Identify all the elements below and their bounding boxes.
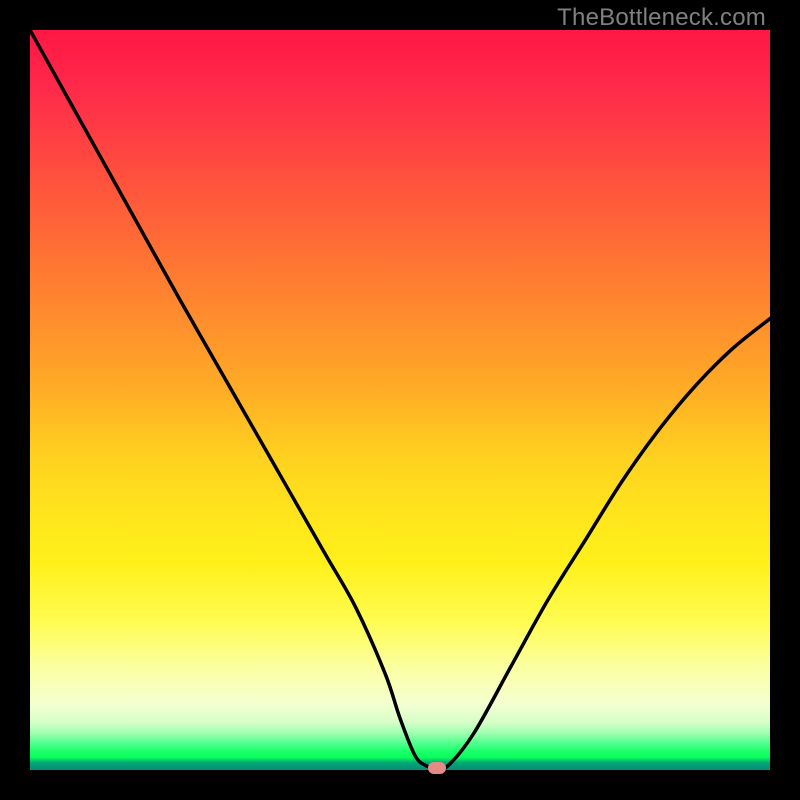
plot-area (30, 30, 770, 770)
chart-frame: TheBottleneck.com (0, 0, 800, 800)
watermark-text: TheBottleneck.com (557, 4, 766, 32)
curve-path (30, 30, 770, 769)
balance-marker (428, 762, 446, 774)
bottleneck-curve (30, 30, 770, 770)
